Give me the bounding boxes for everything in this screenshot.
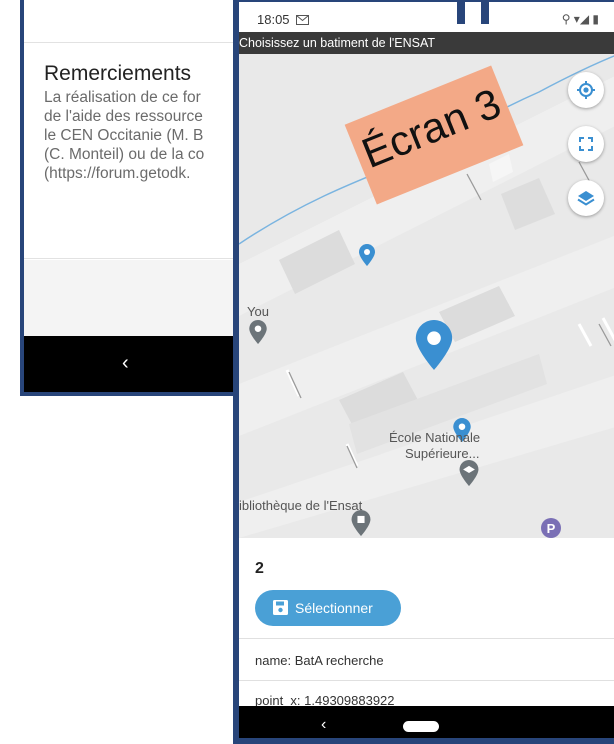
layers-button[interactable] [568,180,604,216]
nav-back-icon[interactable]: ‹ [122,352,129,375]
you-location-icon [249,320,267,344]
school-poi-icon[interactable] [459,460,479,486]
app-header: Choisissez un batiment de l'ENSAT [239,32,614,54]
library-poi-icon[interactable] [351,510,371,536]
school-label-line2: Supérieure... [405,446,480,461]
fullscreen-icon [579,137,593,151]
attribute-name-row: name: BatA recherche [255,653,384,668]
clock: 18:05 [257,12,290,27]
select-button[interactable]: Sélectionner [255,590,401,626]
divider [239,680,614,681]
layers-icon [577,191,595,206]
selected-pin-icon[interactable] [415,320,453,370]
parking-poi-icon[interactable]: P [541,518,561,538]
map-view[interactable]: Écran 3 P You École Nationale Supérieure… [239,54,614,538]
library-label: ibliothèque de l'Ensat [239,498,363,513]
map-pin-icon[interactable] [359,244,375,266]
select-button-label: Sélectionner [295,600,373,616]
system-nav-bar: ‹ [239,706,614,738]
locate-button[interactable] [568,72,604,108]
divider [239,638,614,639]
status-icons: ⚲ ▾◢ ▮ [561,12,599,26]
nav-home-pill[interactable] [403,721,439,732]
svg-text:P: P [547,521,556,536]
thanks-heading: Remerciements [44,62,192,85]
status-time: 18:05 [257,12,310,27]
front-phone-screen: 18:05 ⚲ ▾◢ ▮ Choisissez un batiment de l… [233,0,614,744]
locate-icon [577,81,595,99]
selection-count: 2 [255,560,264,577]
you-label: You [247,304,269,319]
gmail-icon [296,15,310,25]
frame-notch [457,2,489,24]
save-icon [273,600,288,615]
nav-back-icon[interactable]: ‹ [321,716,326,734]
status-bar: 18:05 ⚲ ▾◢ ▮ [239,2,614,32]
fullscreen-button[interactable] [568,126,604,162]
school-label: École Nationale [389,430,481,445]
